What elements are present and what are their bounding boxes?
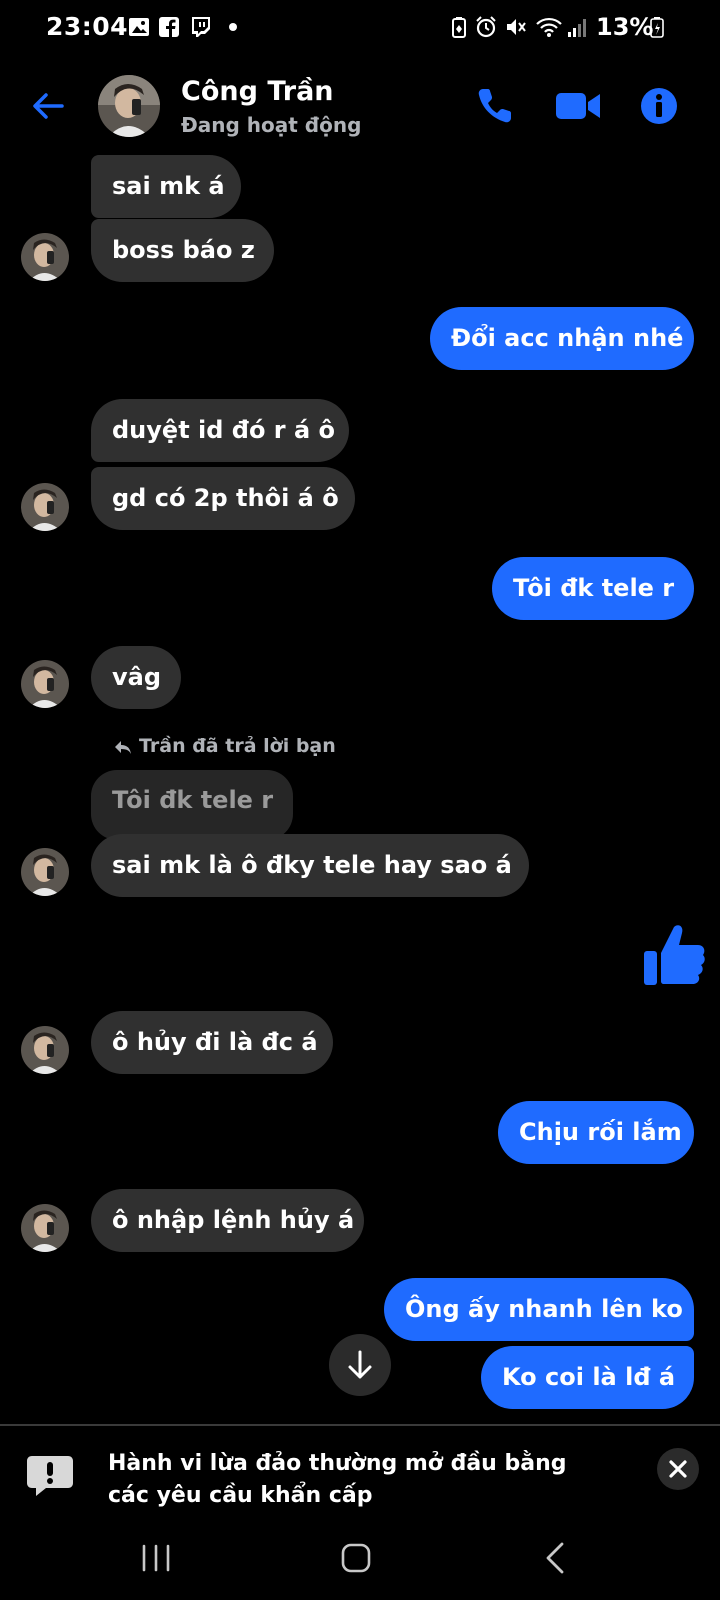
home-icon[interactable] — [332, 1534, 380, 1582]
recent-apps-icon[interactable] — [132, 1534, 180, 1582]
phone-call-icon[interactable] — [473, 84, 517, 128]
twitch-icon — [192, 17, 210, 37]
gallery-icon — [129, 18, 149, 36]
incoming-message[interactable]: sai mk á — [91, 155, 241, 218]
contact-avatar[interactable] — [98, 75, 160, 137]
sender-avatar[interactable] — [21, 1026, 69, 1074]
incoming-message[interactable]: boss báo z — [91, 219, 274, 282]
incoming-message[interactable]: sai mk là ô đky tele hay sao á — [91, 834, 529, 897]
outgoing-message[interactable]: Ko coi là lđ á — [481, 1346, 694, 1409]
battery-saver-icon — [452, 17, 466, 38]
scam-warning-text: Hành vi lừa đảo thường mở đầu bằng các y… — [108, 1451, 567, 1508]
incoming-message[interactable]: ô hủy đi là đc á — [91, 1011, 333, 1074]
scroll-to-bottom-button[interactable] — [329, 1334, 391, 1396]
system-navigation-bar — [0, 1516, 720, 1600]
chat-header: Công Trần Đang hoạt động — [0, 58, 720, 154]
incoming-message[interactable]: vâg — [91, 646, 181, 709]
outgoing-message[interactable]: Tôi đk tele r — [492, 557, 694, 620]
scam-warning-banner: Hành vi lừa đảo thường mở đầu bằng các y… — [0, 1424, 720, 1516]
sender-avatar[interactable] — [21, 848, 69, 896]
reply-arrow-icon — [115, 741, 131, 754]
battery-icon — [650, 17, 664, 38]
incoming-message[interactable]: ô nhập lệnh hủy á — [91, 1189, 364, 1252]
close-warning-button[interactable] — [657, 1448, 699, 1490]
back-icon[interactable] — [532, 1534, 580, 1582]
sender-avatar[interactable] — [21, 660, 69, 708]
status-bar: 23:04 13% — [0, 0, 720, 58]
reply-label: Trần đã trả lời bạn — [139, 735, 336, 757]
outgoing-message[interactable]: Ông ấy nhanh lên ko — [384, 1278, 694, 1341]
battery-percent: 13% — [596, 13, 654, 41]
thumbs-up-icon[interactable] — [642, 921, 706, 987]
facebook-icon — [159, 17, 179, 37]
back-arrow-icon[interactable] — [28, 86, 68, 126]
sender-avatar[interactable] — [21, 1204, 69, 1252]
dot-icon — [229, 23, 237, 31]
info-icon[interactable] — [637, 84, 681, 128]
incoming-message[interactable]: gd có 2p thôi á ô — [91, 467, 355, 530]
wifi-icon — [536, 17, 562, 37]
contact-active-status: Đang hoạt động — [181, 113, 362, 137]
video-call-icon[interactable] — [555, 84, 601, 128]
status-time: 23:04 — [46, 12, 129, 41]
sender-avatar[interactable] — [21, 233, 69, 281]
contact-name: Công Trần — [181, 76, 334, 107]
quoted-message[interactable]: Tôi đk tele r — [91, 770, 293, 840]
alarm-icon — [476, 16, 496, 38]
mute-icon — [507, 19, 526, 35]
outgoing-message[interactable]: Đổi acc nhận nhé — [430, 307, 694, 370]
signal-icon — [568, 19, 586, 37]
incoming-message[interactable]: duyệt id đó r á ô — [91, 399, 349, 462]
arrow-down-icon — [348, 1350, 372, 1379]
warning-chat-icon — [27, 1456, 73, 1496]
outgoing-message[interactable]: Chịu rối lắm — [498, 1101, 694, 1164]
close-icon — [669, 1460, 687, 1478]
sender-avatar[interactable] — [21, 483, 69, 531]
